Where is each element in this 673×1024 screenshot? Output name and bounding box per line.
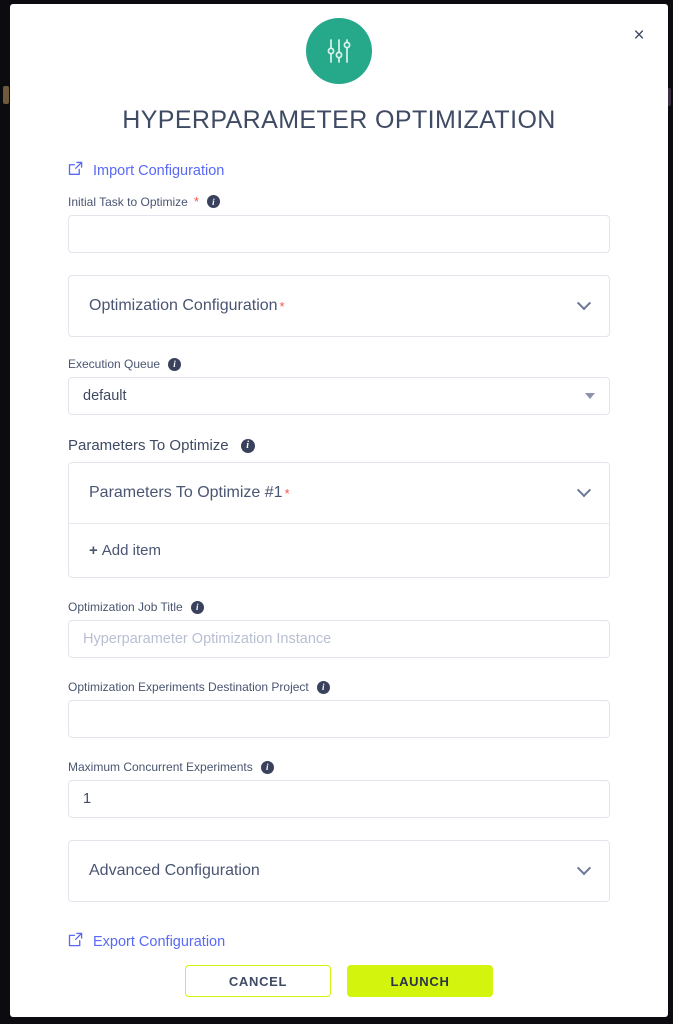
info-icon[interactable]: i (168, 357, 182, 371)
execution-queue-label-text: Execution Queue (68, 357, 161, 371)
import-configuration-label: Import Configuration (93, 162, 225, 179)
initial-task-label: Initial Task to Optimize * i (68, 194, 610, 209)
destination-project-field: Optimization Experiments Destination Pro… (68, 680, 610, 738)
optimization-job-title-field: Optimization Job Title i (68, 600, 610, 658)
optimization-job-title-input[interactable] (68, 620, 610, 658)
max-concurrent-experiments-field: Maximum Concurrent Experiments i (68, 760, 610, 818)
advanced-configuration-panel: Advanced Configuration (68, 840, 610, 902)
info-icon[interactable]: i (206, 195, 220, 208)
initial-task-field: Initial Task to Optimize * i (68, 194, 610, 253)
execution-queue-select[interactable]: default (68, 377, 610, 415)
sliders-icon (306, 18, 372, 84)
execution-queue-field: Execution Queue i default (68, 357, 610, 415)
advanced-configuration-title: Advanced Configuration (89, 862, 260, 880)
optimization-configuration-title: Optimization Configuration * (89, 297, 285, 315)
execution-queue-label: Execution Queue i (68, 357, 610, 371)
chevron-down-icon (576, 483, 592, 498)
import-configuration-link[interactable]: Import Configuration (68, 161, 224, 180)
parameters-to-optimize-label: Parameters To Optimize i (68, 437, 610, 454)
external-link-icon (68, 932, 83, 951)
dialog-header: HYPERPARAMETER OPTIMIZATION (68, 4, 610, 135)
optimization-configuration-label: Optimization Configuration (89, 297, 278, 314)
required-marker: * (193, 194, 199, 209)
chevron-down-icon (576, 296, 592, 311)
optimization-configuration-header[interactable]: Optimization Configuration * (69, 276, 609, 336)
max-concurrent-experiments-label: Maximum Concurrent Experiments i (68, 760, 610, 774)
destination-project-input[interactable] (68, 700, 610, 738)
dialog-footer: CANCEL LAUNCH (10, 965, 668, 997)
optimization-job-title-label: Optimization Job Title i (68, 600, 610, 614)
initial-task-label-text: Initial Task to Optimize (68, 194, 188, 209)
optimization-configuration-panel: Optimization Configuration * (68, 275, 610, 337)
parameters-to-optimize-item-label: Parameters To Optimize #1 (89, 484, 283, 501)
hyperparameter-optimization-dialog: × HYPERPARAMETER OPTIMIZATION Import Con… (10, 4, 668, 1017)
close-icon[interactable]: × (622, 18, 656, 52)
page-title: HYPERPARAMETER OPTIMIZATION (122, 106, 556, 134)
export-configuration-link[interactable]: Export Configuration (68, 932, 225, 951)
info-icon[interactable]: i (240, 438, 255, 453)
background-app-sliver-left (3, 86, 9, 104)
info-icon[interactable]: i (316, 680, 330, 694)
plus-icon: + (89, 542, 98, 559)
parameters-to-optimize-group: Parameters To Optimize i Parameters To O… (68, 437, 610, 578)
execution-queue-value: default (83, 388, 127, 404)
chevron-down-icon (576, 861, 592, 876)
advanced-configuration-label: Advanced Configuration (89, 862, 260, 879)
add-item-label: Add item (101, 542, 161, 559)
destination-project-label-text: Optimization Experiments Destination Pro… (68, 680, 309, 694)
max-concurrent-experiments-input[interactable] (68, 780, 610, 818)
destination-project-label: Optimization Experiments Destination Pro… (68, 680, 610, 694)
required-marker: * (279, 298, 285, 314)
export-configuration-label: Export Configuration (93, 933, 226, 950)
optimization-job-title-label-text: Optimization Job Title (68, 600, 183, 614)
info-icon[interactable]: i (260, 760, 274, 774)
initial-task-input[interactable] (68, 215, 610, 253)
required-marker: * (284, 485, 290, 501)
parameters-to-optimize-item-title: Parameters To Optimize #1 * (89, 484, 290, 502)
launch-button[interactable]: LAUNCH (347, 965, 493, 997)
parameters-to-optimize-panel: Parameters To Optimize #1 * + Add item (68, 462, 610, 578)
cancel-button[interactable]: CANCEL (185, 965, 331, 997)
info-icon[interactable]: i (190, 600, 204, 614)
parameters-to-optimize-item-header[interactable]: Parameters To Optimize #1 * (69, 463, 609, 523)
caret-down-icon (585, 393, 595, 399)
advanced-configuration-header[interactable]: Advanced Configuration (69, 841, 609, 901)
add-item-button[interactable]: + Add item (69, 523, 609, 577)
import-arrow-icon (68, 161, 83, 180)
max-concurrent-experiments-label-text: Maximum Concurrent Experiments (68, 760, 253, 774)
parameters-to-optimize-label-text: Parameters To Optimize (68, 437, 229, 454)
